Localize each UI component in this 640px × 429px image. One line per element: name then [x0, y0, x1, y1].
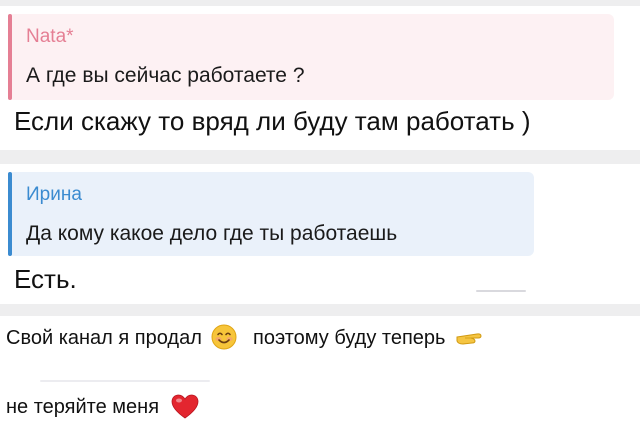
- faint-mark: [476, 290, 526, 292]
- quote-author: Nata*: [26, 26, 74, 47]
- quote-accent-bar: [8, 14, 12, 100]
- pointing-hand-icon: [455, 325, 491, 349]
- quote-accent-bar: [8, 172, 12, 256]
- message-text: Есть.: [14, 264, 77, 294]
- separator-strip: [0, 304, 640, 316]
- quote-text: А где вы сейчас работаете ?: [26, 64, 305, 87]
- post-card: Свой канал я продал поэтому буду теперь …: [0, 316, 640, 429]
- message-card: Nata* А где вы сейчас работаете ? Если с…: [0, 6, 640, 150]
- quoted-message[interactable]: Ирина Да кому какое дело где ты работаеш…: [8, 172, 534, 256]
- faint-mark: [40, 380, 210, 382]
- red-heart-icon: [171, 394, 199, 420]
- post-line-2: не теряйте меня: [6, 394, 199, 420]
- post-text: поэтому буду теперь: [253, 327, 446, 349]
- post-line-1: Свой канал я продал поэтому буду теперь: [6, 324, 491, 350]
- separator-strip: [0, 150, 640, 164]
- quote-author: Ирина: [26, 184, 82, 205]
- quoted-message[interactable]: Nata* А где вы сейчас работаете ?: [8, 14, 614, 100]
- quote-text: Да кому какое дело где ты работаешь: [26, 222, 398, 245]
- post-text: не теряйте меня: [6, 396, 160, 418]
- message-card: Ирина Да кому какое дело где ты работаеш…: [0, 164, 544, 304]
- message-text: Если скажу то вряд ли буду там работать …: [14, 106, 531, 136]
- post-text: Свой канал я продал: [6, 327, 202, 349]
- smiling-face-icon: [211, 324, 237, 350]
